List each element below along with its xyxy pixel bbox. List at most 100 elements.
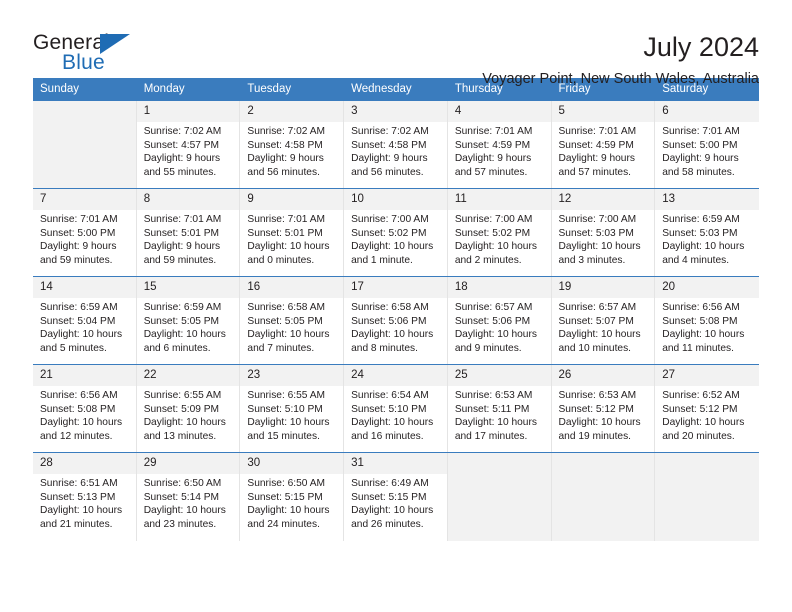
calendar-day-cell[interactable]: 31 Sunrise: 6:49 AM Sunset: 5:15 PM Dayligh… (344, 452, 448, 541)
sunset-text: Sunset: 5:08 PM (40, 403, 116, 415)
sunset-text: Sunset: 5:01 PM (247, 227, 323, 239)
calendar-day-cell[interactable]: 14 Sunrise: 6:59 AM Sunset: 5:04 PM Dayligh… (33, 276, 137, 365)
sunset-text: Sunset: 4:59 PM (454, 139, 531, 151)
sunrise-text: Sunrise: 6:58 AM (351, 302, 429, 313)
daylight-text-line1: Daylight: 10 hours (247, 417, 330, 429)
day-cell-inner: 16 Sunrise: 6:58 AM Sunset: 5:05 PM Dayligh… (240, 277, 345, 364)
daylight-text-line1: Daylight: 9 hours (247, 153, 324, 165)
sunrise-text: Sunrise: 6:53 AM (558, 390, 637, 401)
calendar-day-cell[interactable]: 15 Sunrise: 6:59 AM Sunset: 5:05 PM Dayligh… (136, 276, 241, 365)
daylight-text-line1: Daylight: 10 hours (247, 241, 330, 253)
calendar-day-cell[interactable]: 5 Sunrise: 7:01 AM Sunset: 4:59 PM Daylight… (551, 100, 656, 189)
daylight-text-line2: and 10 minutes. (558, 342, 632, 354)
sunset-text: Sunset: 5:00 PM (40, 227, 116, 239)
calendar-day-cell[interactable]: 22 Sunrise: 6:55 AM Sunset: 5:09 PM Dayligh… (136, 364, 241, 453)
calendar-cell-empty (447, 452, 552, 541)
calendar-day-cell[interactable]: 26 Sunrise: 6:53 AM Sunset: 5:12 PM Dayligh… (551, 364, 656, 453)
sunrise-text: Sunrise: 6:52 AM (662, 390, 740, 401)
daylight-text-line1: Daylight: 10 hours (143, 505, 226, 517)
calendar-day-cell[interactable]: 3 Sunrise: 7:02 AM Sunset: 4:58 PM Daylight… (344, 100, 448, 189)
day-info: Sunrise: 7:01 AM Sunset: 5:01 PM Daylight:… (137, 210, 240, 267)
day-cell-inner: 30 Sunrise: 6:50 AM Sunset: 5:15 PM Dayligh… (240, 453, 345, 541)
calendar-day-cell[interactable]: 7 Sunrise: 7:01 AM Sunset: 5:00 PM Daylight… (33, 188, 137, 277)
sunset-text: Sunset: 5:03 PM (662, 227, 738, 239)
calendar-day-cell[interactable]: 6 Sunrise: 7:01 AM Sunset: 5:00 PM Daylight… (655, 100, 759, 189)
day-info (448, 461, 551, 464)
sunset-text: Sunset: 4:59 PM (558, 139, 634, 151)
daylight-text-line2: and 26 minutes. (351, 518, 424, 530)
calendar-day-cell[interactable]: 8 Sunrise: 7:01 AM Sunset: 5:01 PM Daylight… (136, 188, 241, 277)
daylight-text-line2: and 5 minutes. (40, 342, 107, 354)
calendar-day-cell[interactable]: 25 Sunrise: 6:53 AM Sunset: 5:11 PM Dayligh… (447, 364, 552, 453)
day-cell-inner: 27 Sunrise: 6:52 AM Sunset: 5:12 PM Dayligh… (655, 365, 759, 452)
day-info: Sunrise: 6:52 AM Sunset: 5:12 PM Daylight:… (655, 386, 759, 443)
calendar-day-cell[interactable]: 10 Sunrise: 7:00 AM Sunset: 5:02 PM Dayligh… (344, 188, 448, 277)
sunrise-text: Sunrise: 6:53 AM (454, 390, 533, 401)
generalblue-logo[interactable]: General Blue (33, 32, 143, 78)
calendar-day-cell[interactable]: 19 Sunrise: 6:57 AM Sunset: 5:07 PM Dayligh… (551, 276, 656, 365)
daylight-text-line1: Daylight: 10 hours (558, 417, 641, 429)
day-number: 17 (344, 277, 447, 298)
day-info (655, 461, 759, 464)
calendar-day-cell[interactable]: 30 Sunrise: 6:50 AM Sunset: 5:15 PM Dayligh… (240, 452, 345, 541)
day-info: Sunrise: 7:01 AM Sunset: 4:59 PM Daylight:… (448, 122, 551, 179)
daylight-text-line2: and 57 minutes. (558, 166, 632, 178)
daylight-text-line1: Daylight: 9 hours (143, 241, 221, 253)
sunrise-text: Sunrise: 7:01 AM (558, 126, 637, 137)
day-number: 28 (33, 453, 136, 474)
day-info: Sunrise: 6:58 AM Sunset: 5:05 PM Daylight:… (240, 298, 343, 355)
day-number: 19 (551, 277, 655, 298)
day-cell-inner: 25 Sunrise: 6:53 AM Sunset: 5:11 PM Dayligh… (447, 365, 552, 452)
daylight-text-line1: Daylight: 10 hours (351, 241, 434, 253)
daylight-text-line1: Daylight: 10 hours (351, 505, 434, 517)
sunrise-text: Sunrise: 7:01 AM (454, 126, 533, 137)
daylight-text-line2: and 19 minutes. (558, 430, 632, 442)
sunrise-text: Sunrise: 6:59 AM (40, 302, 118, 313)
day-number: 14 (33, 277, 136, 298)
day-number: 13 (655, 189, 759, 210)
day-number: 31 (344, 453, 447, 474)
calendar-day-cell[interactable]: 24 Sunrise: 6:54 AM Sunset: 5:10 PM Dayligh… (344, 364, 448, 453)
calendar-day-cell[interactable]: 13 Sunrise: 6:59 AM Sunset: 5:03 PM Dayligh… (655, 188, 759, 277)
sunrise-text: Sunrise: 7:00 AM (454, 214, 533, 225)
day-cell-inner: 6 Sunrise: 7:01 AM Sunset: 5:00 PM Daylight… (655, 101, 759, 188)
daylight-text-line1: Daylight: 10 hours (247, 329, 330, 341)
calendar-day-cell[interactable]: 20 Sunrise: 6:56 AM Sunset: 5:08 PM Dayligh… (655, 276, 759, 365)
calendar-day-cell[interactable]: 16 Sunrise: 6:58 AM Sunset: 5:05 PM Dayligh… (240, 276, 345, 365)
daylight-text-line2: and 20 minutes. (662, 430, 735, 442)
calendar-day-cell[interactable]: 27 Sunrise: 6:52 AM Sunset: 5:12 PM Dayligh… (655, 364, 759, 453)
daylight-text-line1: Daylight: 10 hours (247, 505, 330, 517)
day-number: 7 (33, 189, 136, 210)
calendar-cell-empty (551, 452, 656, 541)
day-number: 6 (655, 101, 759, 122)
calendar-day-cell[interactable]: 17 Sunrise: 6:58 AM Sunset: 5:06 PM Dayligh… (344, 276, 448, 365)
day-cell-inner: 21 Sunrise: 6:56 AM Sunset: 5:08 PM Dayligh… (33, 365, 137, 452)
calendar-day-cell[interactable]: 4 Sunrise: 7:01 AM Sunset: 4:59 PM Daylight… (447, 100, 552, 189)
daylight-text-line2: and 12 minutes. (40, 430, 113, 442)
day-number: 12 (551, 189, 655, 210)
calendar-day-cell[interactable]: 11 Sunrise: 7:00 AM Sunset: 5:02 PM Dayligh… (447, 188, 552, 277)
calendar-day-cell[interactable]: 12 Sunrise: 7:00 AM Sunset: 5:03 PM Dayligh… (551, 188, 656, 277)
sunset-text: Sunset: 5:10 PM (351, 403, 427, 415)
calendar-day-cell[interactable]: 29 Sunrise: 6:50 AM Sunset: 5:14 PM Dayligh… (136, 452, 241, 541)
day-number (447, 453, 551, 461)
day-cell-inner: 23 Sunrise: 6:55 AM Sunset: 5:10 PM Dayligh… (240, 365, 345, 452)
sunrise-text: Sunrise: 7:01 AM (247, 214, 325, 225)
day-info: Sunrise: 6:54 AM Sunset: 5:10 PM Daylight:… (344, 386, 447, 443)
calendar-day-cell[interactable]: 9 Sunrise: 7:01 AM Sunset: 5:01 PM Daylight… (240, 188, 345, 277)
calendar-day-cell[interactable]: 1 Sunrise: 7:02 AM Sunset: 4:57 PM Daylight… (136, 100, 241, 189)
day-cell-inner: 4 Sunrise: 7:01 AM Sunset: 4:59 PM Daylight… (447, 101, 552, 188)
day-info (33, 109, 136, 112)
sunrise-text: Sunrise: 7:00 AM (351, 214, 429, 225)
calendar-day-cell[interactable]: 23 Sunrise: 6:55 AM Sunset: 5:10 PM Dayligh… (240, 364, 345, 453)
calendar-day-cell[interactable]: 2 Sunrise: 7:02 AM Sunset: 4:58 PM Daylight… (240, 100, 345, 189)
calendar-day-cell[interactable]: 28 Sunrise: 6:51 AM Sunset: 5:13 PM Dayligh… (33, 452, 137, 541)
calendar-day-cell[interactable]: 21 Sunrise: 6:56 AM Sunset: 5:08 PM Dayligh… (33, 364, 137, 453)
day-cell-inner: 9 Sunrise: 7:01 AM Sunset: 5:01 PM Daylight… (240, 189, 345, 276)
sunrise-text: Sunrise: 6:57 AM (454, 302, 533, 313)
logo-text-blue: Blue (62, 51, 105, 74)
calendar-day-cell[interactable]: 18 Sunrise: 6:57 AM Sunset: 5:06 PM Dayligh… (447, 276, 552, 365)
sunset-text: Sunset: 5:14 PM (143, 491, 220, 503)
day-number: 30 (240, 453, 344, 474)
day-cell-inner: 17 Sunrise: 6:58 AM Sunset: 5:06 PM Dayligh… (344, 277, 448, 364)
